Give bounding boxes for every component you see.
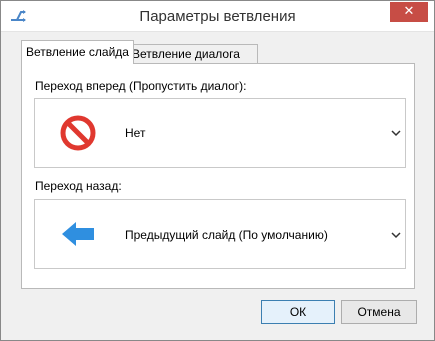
no-entry-icon	[60, 115, 96, 151]
tab-slide-branching[interactable]: Ветвление слайда	[21, 40, 134, 64]
back-select[interactable]: Предыдущий слайд (По умолчанию)	[34, 199, 406, 269]
tab-dialog-branching[interactable]: Ветвление диалога	[127, 44, 258, 64]
forward-value: Нет	[125, 126, 146, 140]
chevron-down-icon	[391, 232, 401, 239]
window-title: Параметры ветвления	[139, 8, 296, 25]
chevron-down-icon	[391, 130, 401, 137]
title-bar: Параметры ветвления ✕	[1, 1, 434, 32]
tab-panel: Переход вперед (Пропустить диалог): Нет …	[21, 63, 415, 289]
branching-dialog: Параметры ветвления ✕ Ветвление слайда В…	[0, 0, 435, 341]
close-button[interactable]: ✕	[390, 2, 428, 22]
close-icon: ✕	[403, 4, 415, 19]
cancel-button[interactable]: Отмена	[341, 300, 417, 324]
forward-select[interactable]: Нет	[34, 98, 406, 168]
blue-left-arrow-icon	[62, 222, 94, 246]
forward-label: Переход вперед (Пропустить диалог):	[35, 79, 247, 93]
back-label: Переход назад:	[35, 179, 122, 193]
back-value: Предыдущий слайд (По умолчанию)	[125, 228, 328, 242]
ok-button[interactable]: ОК	[261, 300, 335, 324]
